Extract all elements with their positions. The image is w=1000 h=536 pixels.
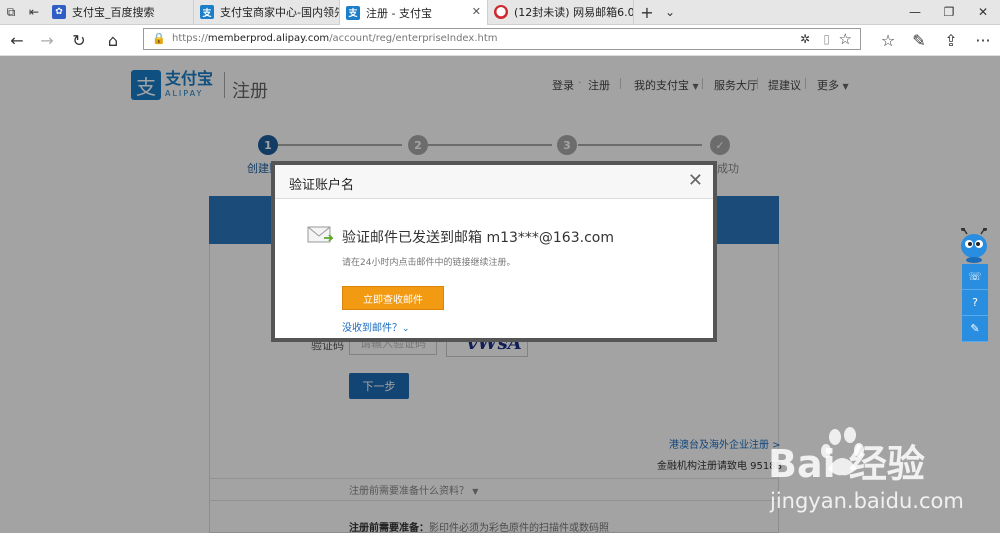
watermark-domain: jingyan.baidu.com	[769, 489, 964, 513]
lock-icon: 🔒	[152, 32, 166, 45]
netease-icon: ⬤	[494, 5, 508, 19]
dialog-header: 验证账户名 ✕	[275, 165, 713, 199]
envelope-icon	[307, 225, 335, 248]
watermark-brand: Bai 经验	[768, 442, 925, 486]
extension-icon[interactable]: ✲	[800, 32, 810, 46]
alipay-icon: 支	[200, 5, 214, 19]
feedback-icon[interactable]: ✎	[962, 316, 988, 342]
chevron-down-icon[interactable]: ⌄	[660, 0, 680, 24]
tab-register-alipay[interactable]: 支 注册 - 支付宝 ✕	[340, 0, 488, 25]
tab-title: 支付宝_百度搜索	[72, 6, 155, 19]
minimize-icon[interactable]: —	[898, 0, 932, 24]
address-bar[interactable]: 🔒 https://memberprod.alipay.com/account/…	[143, 28, 861, 50]
browser-tab-bar: ⧉ ⇤ ✿ 支付宝_百度搜索 支 支付宝商家中心-国内领先的 支 注册 - 支付…	[0, 0, 1000, 25]
tab-actions-icon[interactable]: ⧉	[0, 0, 22, 24]
dialog-message: 验证邮件已发送到邮箱 m13***@163.com	[342, 230, 614, 246]
verify-account-dialog: 验证账户名 ✕ 验证邮件已发送到邮箱 m13***@163.com 请在24小时…	[271, 161, 717, 342]
paw-icon: ✿	[52, 5, 66, 19]
close-icon[interactable]: ✕	[688, 170, 703, 191]
customer-service-icon[interactable]: ☏	[962, 264, 988, 290]
tab-title: (12封未读) 网易邮箱6.0版	[514, 6, 634, 19]
forward-icon[interactable]: →	[36, 29, 58, 51]
close-tab-icon[interactable]: ✕	[472, 5, 481, 18]
back-icon[interactable]: ←	[6, 29, 28, 51]
chevron-down-icon: ⌄	[402, 324, 410, 334]
address-toolbar: ← → ↻ ⌂ 🔒 https://memberprod.alipay.com/…	[0, 25, 1000, 56]
restore-icon[interactable]: ❐	[932, 0, 966, 24]
home-icon[interactable]: ⌂	[102, 29, 124, 51]
tab-netease-mail[interactable]: ⬤ (12封未读) 网易邮箱6.0版	[488, 0, 634, 24]
share-icon[interactable]: ⇪	[940, 29, 962, 51]
check-mail-button[interactable]: 立即查收邮件	[342, 286, 444, 310]
favorites-hub-icon[interactable]: ☆	[877, 29, 899, 51]
close-window-icon[interactable]: ✕	[966, 0, 1000, 24]
new-tab-icon[interactable]: +	[634, 0, 660, 24]
reading-view-icon[interactable]: ▯	[823, 32, 830, 46]
alipay-icon: 支	[346, 5, 360, 20]
favorite-star-icon[interactable]: ☆	[839, 30, 852, 48]
web-note-icon[interactable]: ✎	[908, 29, 930, 51]
help-icon[interactable]: ?	[962, 290, 988, 316]
baidu-jingyan-watermark: Bai 经验 jingyan.baidu.com	[762, 425, 1000, 533]
more-menu-icon[interactable]: ···	[972, 29, 994, 51]
set-tabs-aside-icon[interactable]: ⇤	[22, 0, 46, 24]
dialog-subtext: 请在24小时内点击邮件中的链接继续注册。	[342, 258, 516, 268]
no-mail-received-link[interactable]: 没收到邮件？⌄	[342, 319, 410, 334]
dialog-title: 验证账户名	[289, 178, 355, 193]
refresh-icon[interactable]: ↻	[68, 29, 90, 51]
ant-mascot-icon[interactable]	[957, 227, 991, 264]
tab-baidu-search[interactable]: ✿ 支付宝_百度搜索	[46, 0, 194, 24]
url-text: https://memberprod.alipay.com/account/re…	[172, 33, 498, 44]
tab-merchant-center[interactable]: 支 支付宝商家中心-国内领先的	[194, 0, 340, 24]
tab-title: 注册 - 支付宝	[366, 6, 432, 20]
tab-title: 支付宝商家中心-国内领先的	[220, 6, 339, 19]
